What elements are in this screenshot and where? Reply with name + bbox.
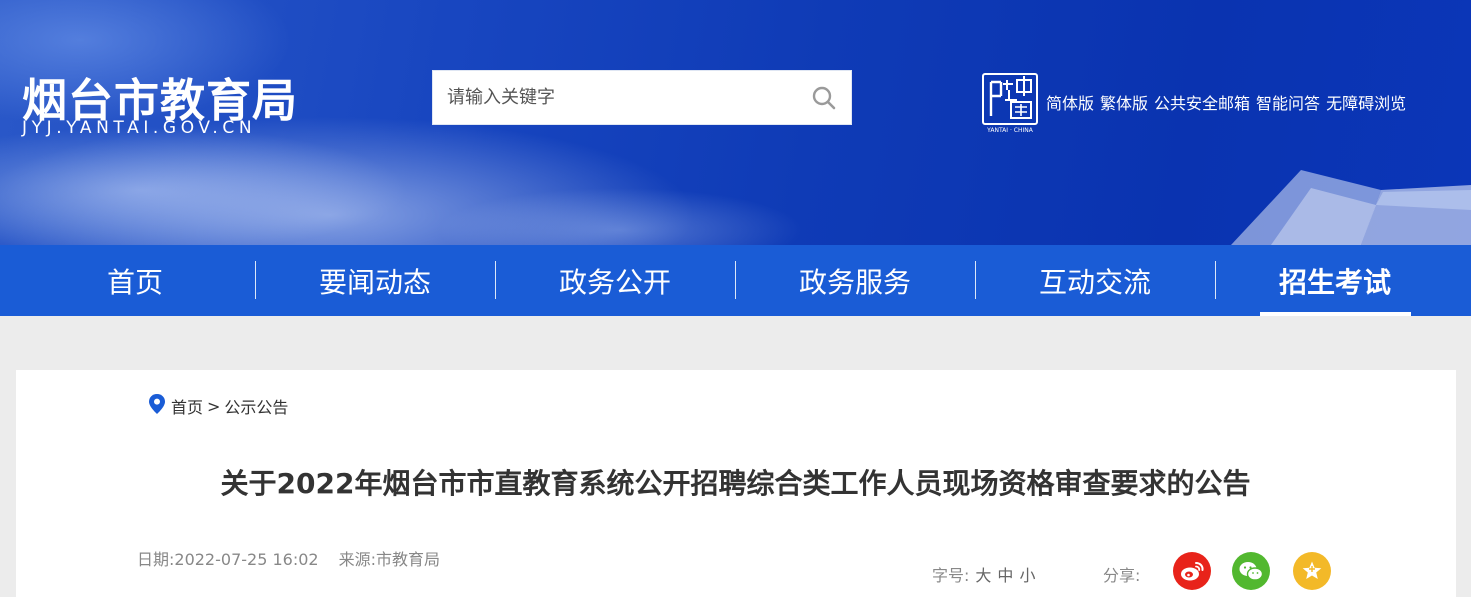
search-input[interactable] <box>433 71 803 124</box>
search-box <box>432 70 852 125</box>
site-logo-domain: JYJ.YANTAI.GOV.CN <box>22 118 257 138</box>
article-source: 来源:市教育局 <box>338 550 440 569</box>
search-icon[interactable] <box>811 85 837 111</box>
font-size-label: 字号: <box>932 566 970 585</box>
location-pin-icon <box>147 393 167 419</box>
nav-news[interactable]: 要闻动态 <box>255 245 495 316</box>
nav-government-affairs[interactable]: 政务公开 <box>495 245 735 316</box>
article-meta: 日期:2022-07-25 16:02 来源:市教育局 <box>137 546 440 570</box>
font-size-control: 字号: 大 中 小 <box>932 562 1035 586</box>
font-size-medium[interactable]: 中 <box>997 562 1013 586</box>
breadcrumb-separator: > <box>207 396 221 416</box>
star-icon[interactable] <box>1293 552 1331 590</box>
article-date: 日期:2022-07-25 16:02 <box>137 550 319 569</box>
font-size-large[interactable]: 大 <box>975 562 991 586</box>
link-accessibility[interactable]: 无障碍浏览 <box>1326 90 1406 114</box>
font-size-small[interactable]: 小 <box>1019 562 1035 586</box>
link-traditional[interactable]: 繁体版 <box>1100 90 1148 114</box>
nav-interaction[interactable]: 互动交流 <box>975 245 1215 316</box>
breadcrumb: 首页 > 公示公告 <box>147 393 288 419</box>
share-label: 分享: <box>1103 566 1141 585</box>
link-simplified[interactable]: 简体版 <box>1046 90 1094 114</box>
nav-enrollment-exams[interactable]: 招生考试 <box>1215 245 1455 316</box>
link-smart-qa[interactable]: 智能问答 <box>1256 90 1320 114</box>
top-links: 简体版 繁体版 公共安全邮箱 智能问答 无障碍浏览 <box>1046 90 1406 114</box>
weibo-icon[interactable] <box>1173 552 1211 590</box>
nav-government-services[interactable]: 政务服务 <box>735 245 975 316</box>
breadcrumb-current[interactable]: 公示公告 <box>224 394 288 418</box>
wechat-icon[interactable] <box>1232 552 1270 590</box>
emblem-label: YANTAI · CHINA <box>986 127 1034 134</box>
link-public-safety-mailbox[interactable]: 公共安全邮箱 <box>1154 90 1250 114</box>
breadcrumb-home[interactable]: 首页 <box>171 394 203 418</box>
yantai-china-emblem-icon: YANTAI · CHINA <box>981 72 1039 134</box>
article-title: 关于2022年烟台市市直教育系统公开招聘综合类工作人员现场资格审查要求的公告 <box>220 467 1251 500</box>
open-book-decoration <box>1211 150 1471 245</box>
nav-active-indicator <box>1260 312 1411 316</box>
nav-home[interactable]: 首页 <box>15 245 255 316</box>
site-header: 烟台市教育局 JYJ.YANTAI.GOV.CN YANTAI · CHINA … <box>0 0 1471 245</box>
main-nav: 首页 要闻动态 政务公开 政务服务 互动交流 招生考试 <box>0 245 1471 316</box>
